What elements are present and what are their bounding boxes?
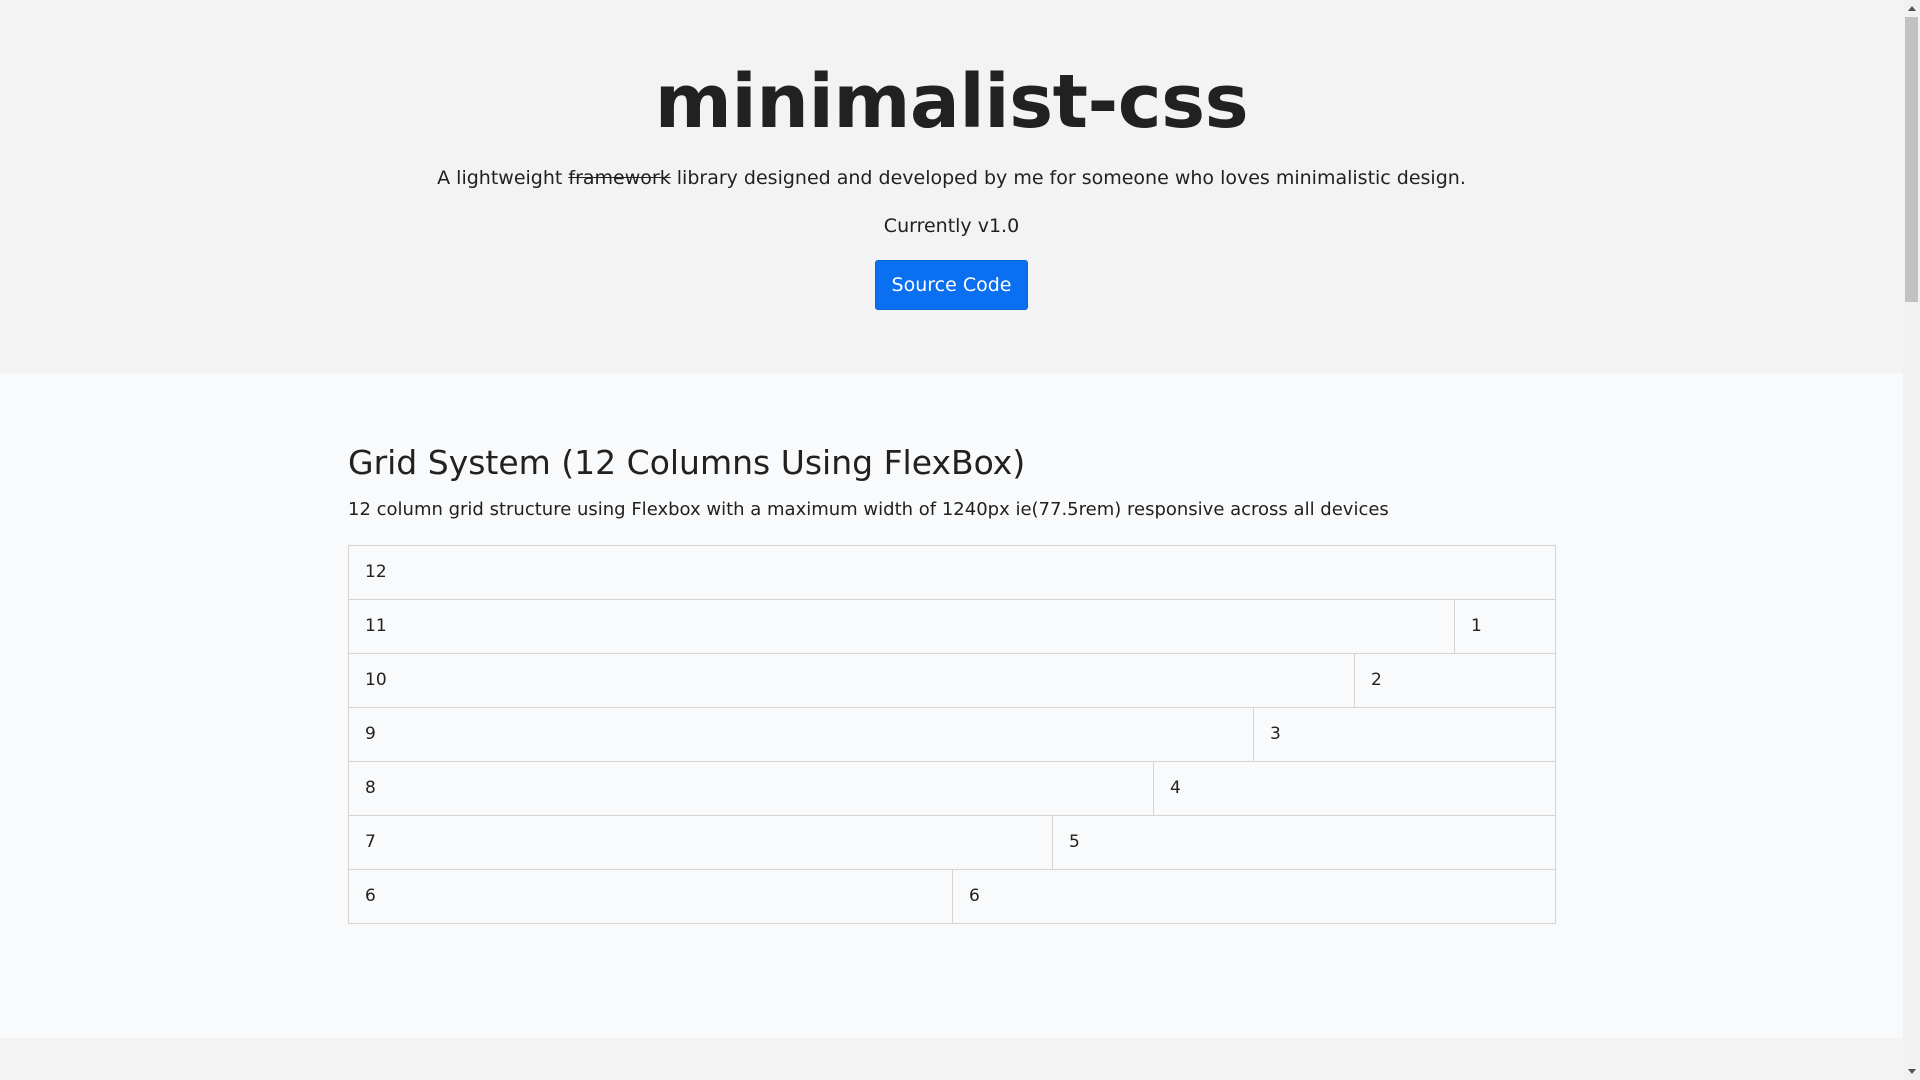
footer-strip [0, 1038, 1903, 1080]
grid-row: 8 4 [349, 762, 1556, 816]
grid-row: 7 5 [349, 816, 1556, 870]
grid-cell: 6 [349, 870, 953, 923]
tagline: A lightweight framework library designed… [0, 164, 1903, 192]
page: minimalist-css A lightweight framework l… [0, 0, 1920, 1080]
source-code-button[interactable]: Source Code [874, 260, 1029, 310]
grid-demo: 12 11 1 10 2 9 3 8 4 7 5 6 6 [348, 545, 1556, 924]
grid-cell: 6 [953, 870, 1556, 923]
grid-cell: 7 [349, 816, 1053, 869]
grid-container: Grid System (12 Columns Using FlexBox) 1… [348, 441, 1556, 924]
grid-row: 11 1 [349, 600, 1556, 654]
grid-cell: 9 [349, 708, 1254, 761]
grid-row: 6 6 [349, 870, 1556, 924]
tagline-suffix: library designed and developed by me for… [670, 167, 1466, 189]
grid-row: 9 3 [349, 708, 1556, 762]
page-title: minimalist-css [654, 59, 1249, 145]
grid-section: Grid System (12 Columns Using FlexBox) 1… [0, 373, 1903, 1038]
section-title: Grid System (12 Columns Using FlexBox) [348, 443, 1026, 482]
grid-cell: 2 [1355, 654, 1556, 707]
viewport: minimalist-css A lightweight framework l… [0, 0, 1903, 1080]
grid-cell: 10 [349, 654, 1355, 707]
grid-cell: 5 [1053, 816, 1556, 869]
grid-cell: 8 [349, 762, 1154, 815]
grid-cell: 4 [1154, 762, 1556, 815]
vertical-scrollbar[interactable] [1903, 0, 1920, 1080]
section-description: 12 column grid structure using Flexbox w… [348, 499, 1389, 520]
grid-row: 10 2 [349, 654, 1556, 708]
grid-cell: 1 [1455, 600, 1556, 653]
hero-header: minimalist-css A lightweight framework l… [0, 0, 1903, 373]
tagline-prefix: A lightweight [437, 167, 569, 189]
grid-cell: 12 [349, 546, 1556, 599]
grid-row: 12 [349, 546, 1556, 600]
grid-cell: 3 [1254, 708, 1556, 761]
tagline-struck-word: framework [568, 167, 671, 189]
grid-cell: 11 [349, 600, 1455, 653]
scroll-up-arrow-icon[interactable] [1903, 0, 1920, 17]
scroll-down-arrow-icon[interactable] [1903, 1063, 1920, 1080]
scrollbar-thumb[interactable] [1905, 17, 1918, 302]
version-text: Currently v1.0 [883, 215, 1020, 237]
